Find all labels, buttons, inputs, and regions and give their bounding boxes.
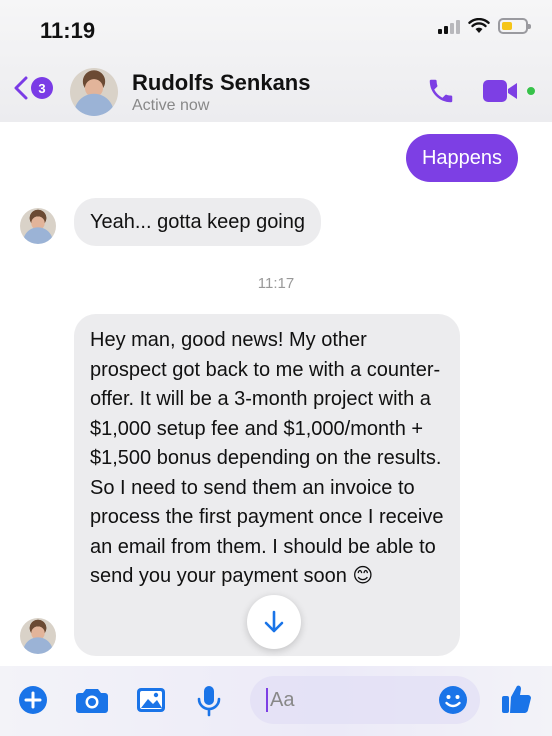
voice-message-button[interactable] [196, 685, 222, 717]
unread-count-badge: 3 [31, 77, 53, 99]
more-actions-button[interactable] [18, 685, 48, 715]
status-time: 11:19 [40, 18, 96, 43]
thumbs-up-icon [502, 685, 531, 713]
phone-icon [429, 79, 453, 103]
outgoing-message[interactable]: Happens [405, 134, 518, 182]
camera-button[interactable] [75, 685, 109, 715]
call-button[interactable] [426, 76, 456, 111]
emoji-icon [439, 686, 467, 714]
emoji-button[interactable] [438, 685, 468, 715]
text-caret [266, 688, 268, 712]
status-icons [438, 18, 531, 34]
contact-status: Active now [132, 97, 210, 114]
message-timestamp: 11:17 [257, 275, 295, 292]
sender-avatar[interactable] [20, 618, 56, 654]
microphone-icon [197, 686, 221, 717]
online-indicator [525, 85, 537, 97]
contact-name[interactable]: Rudolfs Senkans [132, 70, 310, 96]
video-camera-icon [483, 80, 517, 102]
cellular-signal-icon [438, 18, 460, 34]
like-button[interactable] [500, 683, 532, 715]
video-call-button[interactable] [482, 78, 518, 104]
battery-icon [498, 18, 531, 34]
plus-icon [19, 686, 47, 714]
message-input-placeholder: Aa [270, 688, 295, 711]
incoming-message[interactable]: Yeah... gotta keep going [74, 198, 321, 246]
arrow-down-icon [264, 610, 284, 633]
back-button[interactable]: 3 [14, 76, 53, 100]
sender-avatar[interactable] [20, 208, 56, 244]
camera-icon [76, 689, 108, 713]
gallery-button[interactable] [136, 685, 166, 715]
wifi-icon [468, 18, 490, 33]
image-icon [137, 688, 165, 712]
scroll-to-bottom-button[interactable] [247, 595, 301, 649]
contact-avatar[interactable] [70, 68, 118, 116]
back-chevron-icon [14, 76, 28, 100]
